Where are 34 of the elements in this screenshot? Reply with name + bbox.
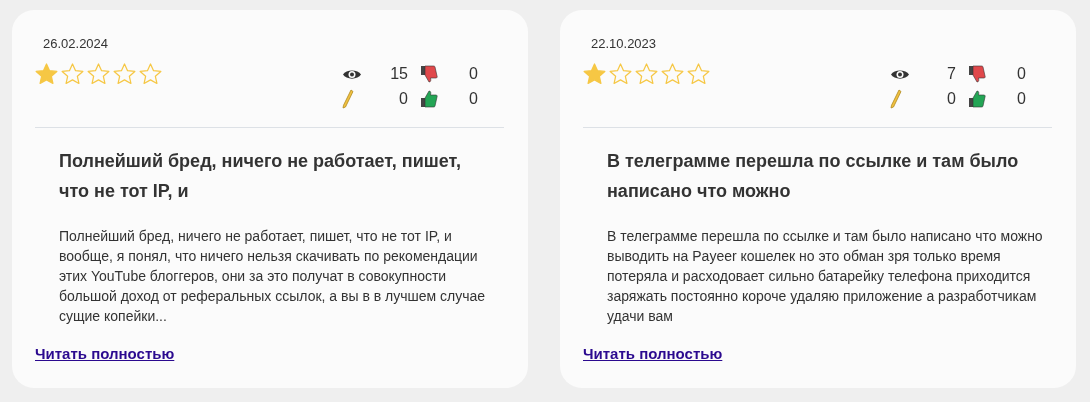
review-text: Полнейший бред, ничего не работает, пишет, что не тот IP, и вообще, я понял, что ничего нельзя скачивать по рекомендации этих YouTube блоггеров, они за это получат в совокупности большой доход от реферальных ссылок, а вы в в лучшем случае сущие копейки... [59,227,487,326]
thumbs-down-icon [968,65,986,83]
thumbs-up-icon [968,90,986,108]
review-title: В телеграмме перешла по ссылке и там было написано что можно [607,150,1020,203]
empty-star-icon [87,63,110,85]
empty-star-icon [113,63,136,85]
eye-icon [890,67,910,81]
comments-count: 0 [398,90,408,108]
views-count: 7 [946,65,956,83]
empty-star-icon [635,63,658,85]
dislikes-count: 0 [468,65,478,83]
filled-star-icon [35,63,58,85]
thumbs-down-icon [420,65,438,83]
comments-count: 0 [946,90,956,108]
empty-star-icon [687,63,710,85]
thumbs-up-icon [420,90,438,108]
review-text: В телеграмме перешла по ссылке и там было написано что можно выводить на Payeer кошелек но это обман зря только время потеряла и расходовает сильно батарейку телефона приходится заряжать постоянно короче удаляю приложение а разработчикам удачи вам [607,227,1044,326]
review-date: 26.02.2024 [43,36,110,51]
review-title: Полнейший бред, ничего не работает, пишет, что не тот IP, и [59,150,462,203]
eye-icon [342,67,362,81]
empty-star-icon [661,63,684,85]
views-count: 15 [389,65,408,83]
pencil-icon [342,89,354,109]
empty-star-icon [139,63,162,85]
read-more-link[interactable]: Читать полностью [35,345,175,362]
pencil-icon [890,89,902,109]
likes-count: 0 [468,90,478,108]
empty-star-icon [609,63,632,85]
likes-count: 0 [1016,90,1026,108]
read-more-link[interactable]: Читать полностью [583,345,723,362]
review-date: 22.10.2023 [591,36,658,51]
filled-star-icon [583,63,606,85]
empty-star-icon [61,63,84,85]
dislikes-count: 0 [1016,65,1026,83]
